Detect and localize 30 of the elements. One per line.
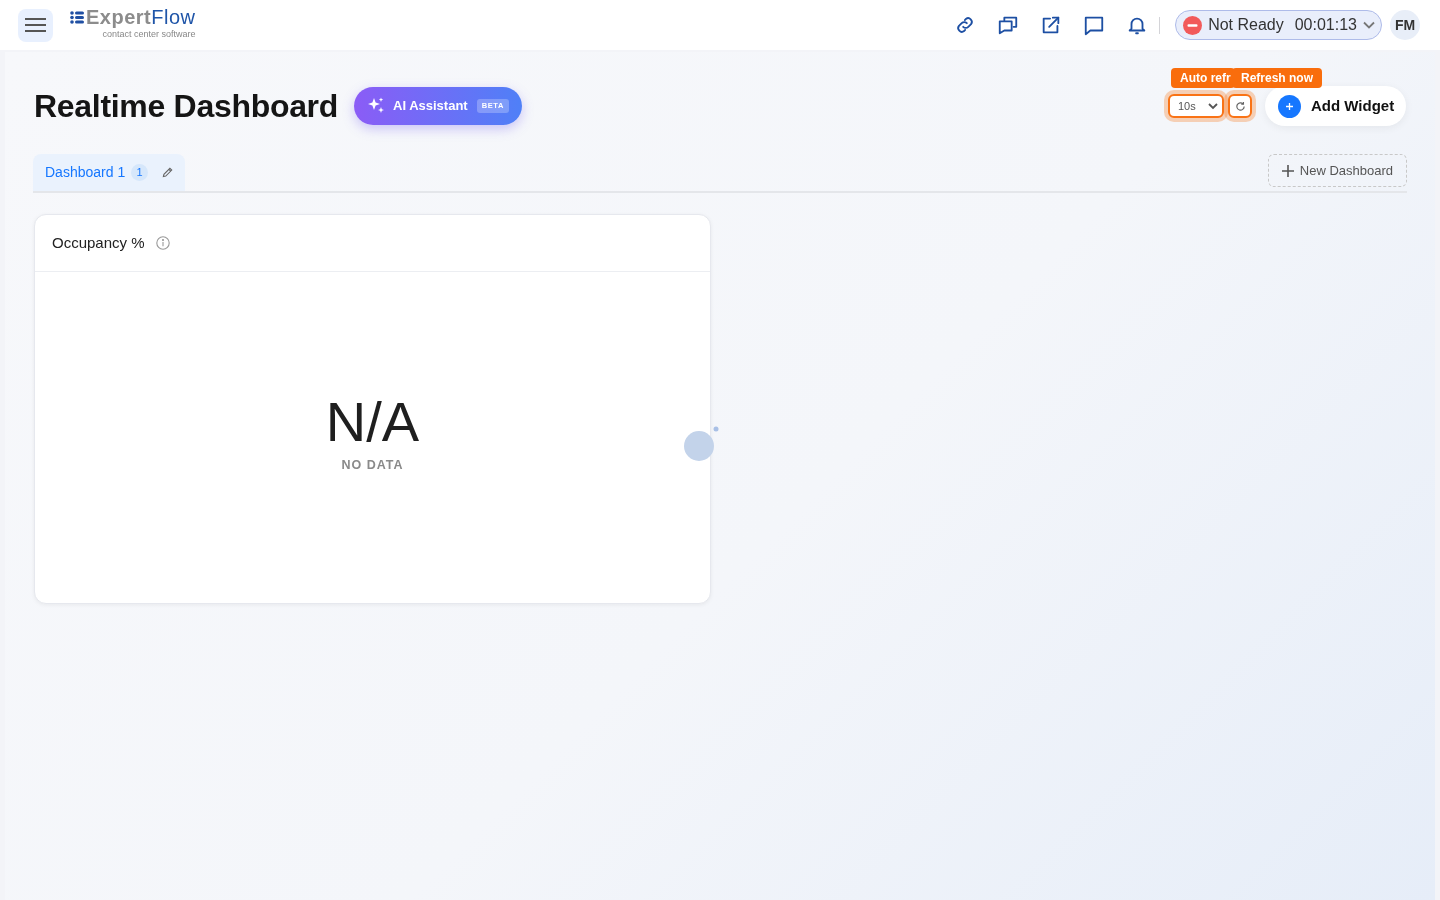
chat-bubbles-icon[interactable]	[997, 14, 1020, 36]
drag-handle-icon[interactable]	[684, 425, 719, 461]
no-data-caption: NO DATA	[341, 457, 404, 475]
info-icon[interactable]	[155, 236, 170, 250]
refresh-button[interactable]	[1228, 94, 1252, 118]
chat-bubble-icon[interactable]	[1083, 14, 1106, 36]
plus-icon	[1281, 164, 1294, 177]
refresh-interval-select[interactable]: 10s	[1168, 94, 1224, 118]
dashboard-tab[interactable]: Dashboard 1 1	[33, 154, 186, 191]
new-dashboard-button[interactable]: New Dashboard	[1267, 154, 1407, 187]
logo-tagline: contact center software	[102, 29, 196, 40]
page-title: Realtime Dashboard	[34, 87, 339, 126]
plus-circle-icon	[1278, 94, 1301, 118]
tooltip: Refresh now	[1232, 68, 1322, 88]
pencil-icon[interactable]	[162, 167, 174, 178]
user-avatar[interactable]: FM	[1390, 10, 1420, 40]
add-widget-button[interactable]: Add Widget	[1265, 86, 1406, 126]
logo-dots-icon	[70, 10, 84, 24]
count-badge: 1	[131, 164, 149, 181]
menu-icon	[25, 18, 46, 32]
chevron-down-icon	[1363, 21, 1375, 29]
status-dropdown[interactable]: Not Ready 00:01:13	[1175, 10, 1382, 40]
refresh-icon	[1234, 100, 1246, 112]
menu-button[interactable]	[18, 8, 53, 42]
chevron-down-icon	[1208, 102, 1218, 110]
tooltip: Auto refr	[1171, 68, 1235, 88]
metric-value: N/A	[325, 392, 420, 453]
widget-title: Occupancy %	[52, 232, 145, 253]
logo-wordmark: ExpertFlow	[86, 6, 196, 28]
stop-status-icon	[1183, 15, 1203, 35]
